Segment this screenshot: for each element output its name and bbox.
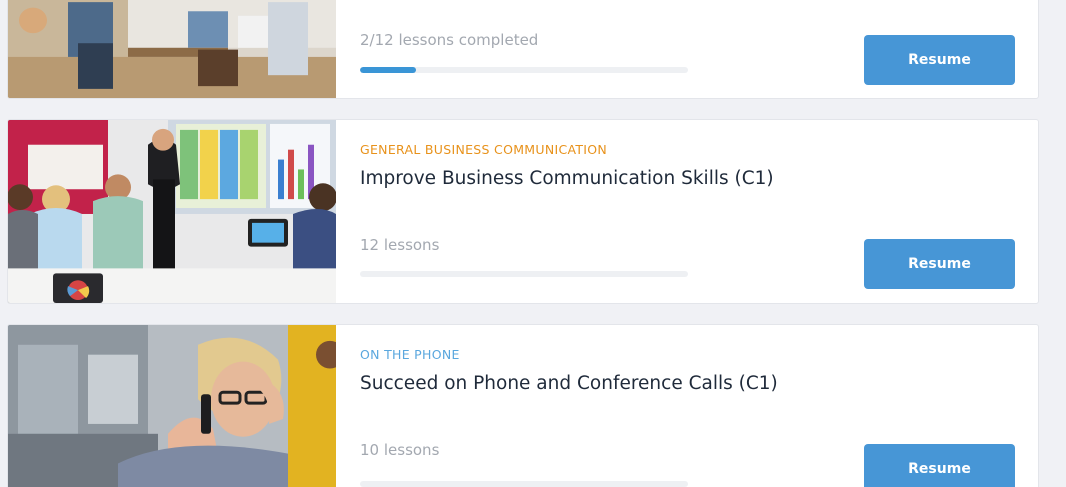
- course-card[interactable]: ON THE PHONE Succeed on Phone and Confer…: [7, 324, 1039, 487]
- course-category: GENERAL BUSINESS COMMUNICATION: [360, 142, 608, 157]
- presentation-meeting-photo: [8, 120, 336, 303]
- office-team-photo: [8, 0, 336, 98]
- resume-button[interactable]: Resume: [864, 35, 1015, 85]
- lessons-count: 2/12 lessons completed: [360, 31, 539, 49]
- course-card[interactable]: 2/12 lessons completed Resume: [7, 0, 1039, 99]
- progress-bar: [360, 481, 688, 487]
- course-thumbnail[interactable]: [8, 0, 336, 98]
- lessons-count: 10 lessons: [360, 441, 440, 459]
- course-thumbnail[interactable]: [8, 325, 336, 487]
- course-thumbnail[interactable]: [8, 120, 336, 303]
- course-card[interactable]: GENERAL BUSINESS COMMUNICATION Improve B…: [7, 119, 1039, 304]
- course-title[interactable]: Improve Business Communication Skills (C…: [360, 168, 774, 189]
- woman-on-phone-photo: [8, 325, 336, 487]
- progress-bar: [360, 67, 688, 73]
- course-category: ON THE PHONE: [360, 347, 460, 362]
- progress-bar: [360, 271, 688, 277]
- course-title[interactable]: Succeed on Phone and Conference Calls (C…: [360, 373, 778, 394]
- resume-button[interactable]: Resume: [864, 239, 1015, 289]
- lessons-count: 12 lessons: [360, 236, 440, 254]
- progress-fill: [360, 67, 416, 73]
- resume-button[interactable]: Resume: [864, 444, 1015, 487]
